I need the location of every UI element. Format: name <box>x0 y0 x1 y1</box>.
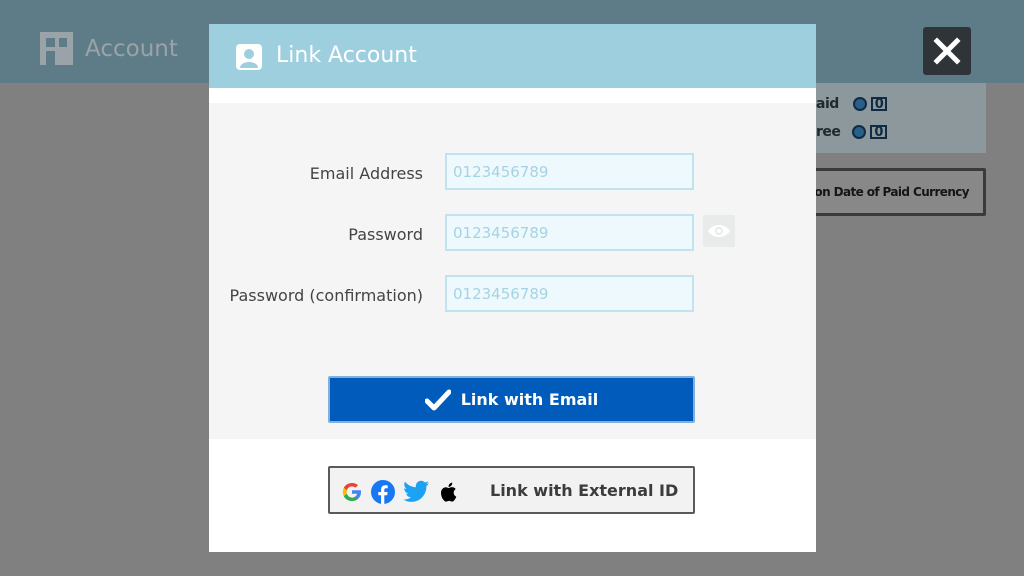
link-account-dialog: Link Account Email Address Password Pass… <box>209 24 816 552</box>
link-with-email-button[interactable]: Link with Email <box>328 376 695 423</box>
gem-icon <box>852 97 867 111</box>
password-field[interactable] <box>445 214 694 251</box>
background-currency-panel <box>816 83 986 153</box>
link-with-external-id-label: Link with External ID <box>490 481 679 500</box>
account-logo-icon <box>40 32 73 65</box>
password-label: Password <box>348 225 423 244</box>
dialog-title: Link Account <box>276 43 417 68</box>
checkmark-icon <box>424 389 451 410</box>
currency-label: ree <box>816 124 841 140</box>
background-page-title: Account <box>85 35 178 62</box>
email-label: Email Address <box>309 164 423 183</box>
show-password-button[interactable] <box>703 215 735 247</box>
password-confirmation-field[interactable] <box>445 275 694 312</box>
twitter-icon <box>403 480 429 502</box>
external-provider-icons <box>340 479 458 505</box>
google-icon <box>342 483 361 501</box>
eye-icon <box>708 225 730 237</box>
expiration-date-button[interactable]: Expiration Date of Paid Currency <box>800 168 986 216</box>
currency-value: 0 <box>870 125 887 139</box>
link-with-email-label: Link with Email <box>460 390 599 409</box>
user-icon <box>236 44 262 70</box>
background-title-bar: Account <box>40 32 178 65</box>
apple-icon <box>441 482 457 502</box>
dialog-header: Link Account <box>209 24 816 88</box>
currency-value: 0 <box>870 97 888 111</box>
email-field[interactable] <box>445 153 694 190</box>
password-confirmation-label: Password (confirmation) <box>229 286 423 305</box>
background-currency-row: ree 0 <box>816 124 887 140</box>
facebook-icon <box>371 480 395 504</box>
link-with-external-id-button[interactable]: Link with External ID <box>328 466 695 514</box>
close-icon <box>933 37 961 65</box>
gem-icon <box>852 125 867 139</box>
currency-label: aid <box>816 96 839 112</box>
background-currency-row: aid 0 <box>816 96 888 112</box>
close-button[interactable] <box>923 27 971 75</box>
